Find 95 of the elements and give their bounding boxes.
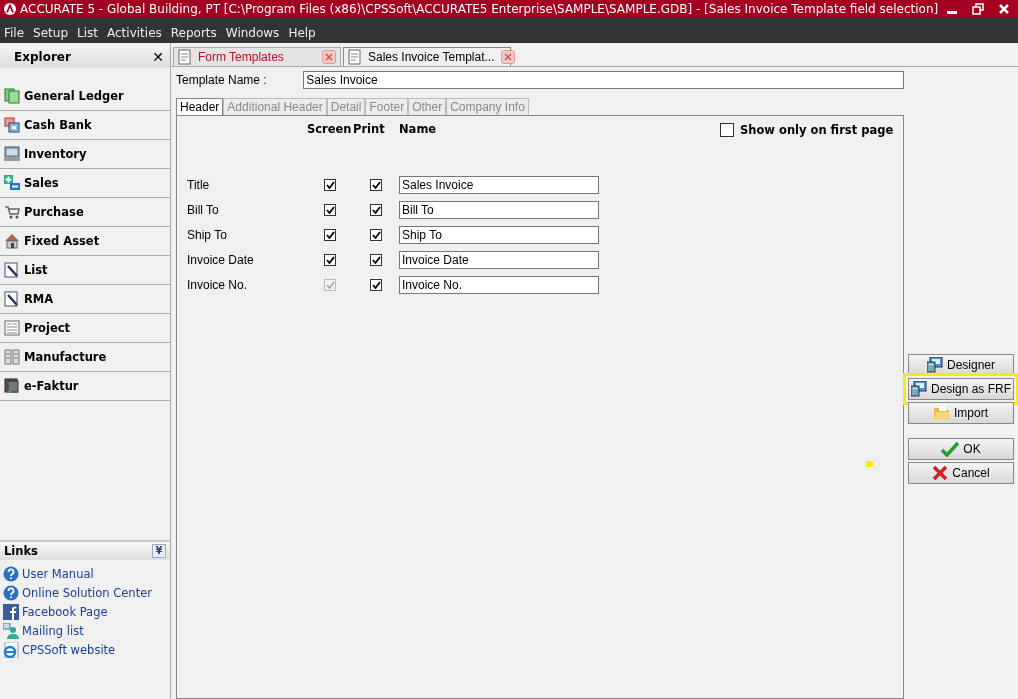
name-field[interactable]: Bill To [399, 201, 599, 219]
menu-item[interactable]: Reports [170, 26, 217, 40]
checkmark-icon [325, 256, 335, 264]
facebook-icon [3, 603, 19, 620]
explorer-item[interactable]: e-Faktur [0, 371, 170, 400]
name-field[interactable]: Ship To [399, 226, 599, 244]
column-header: Print [353, 122, 386, 138]
document-tab[interactable]: Form Templates [173, 47, 341, 66]
form-icon [4, 320, 20, 336]
link[interactable]: User Manual [22, 566, 94, 581]
explorer-item[interactable]: General Ledger [0, 82, 170, 110]
window-title: ACCURATE 5 - Global Building, PT [C:\Program Files (x86)\CPSSoft\ACCURATE5 Enterprise\SAMPLE\SAMPLE.GDB] - [Sales Invoice Template field selection] [20, 1, 940, 16]
menu-item[interactable]: Activities [107, 26, 162, 40]
checkmark-icon [325, 181, 335, 189]
explorer-item[interactable]: RMA [0, 284, 170, 313]
person-icon [3, 622, 19, 639]
action-button[interactable]: Cancel [908, 462, 1014, 484]
menu-item[interactable]: Setup [33, 26, 69, 40]
documents-icon [4, 88, 20, 104]
checkbox[interactable] [370, 204, 382, 216]
checkmark-icon [941, 441, 960, 457]
highlight-marker [866, 461, 873, 467]
link[interactable]: CPSSoft website [22, 642, 116, 657]
checkmark-icon [371, 231, 381, 239]
close-icon[interactable] [500, 50, 515, 64]
checkbox[interactable] [324, 204, 336, 216]
monitor-icon [911, 381, 927, 397]
checkbox[interactable] [324, 229, 336, 241]
panel-title: Explorer [14, 50, 71, 64]
checkmark-icon [371, 206, 381, 214]
explorer-item[interactable]: Cash Bank [0, 110, 170, 139]
checkbox[interactable] [370, 229, 382, 241]
document-pen-icon [4, 262, 20, 278]
menu-item[interactable]: List [77, 26, 98, 40]
machine-icon [4, 378, 20, 394]
name-field[interactable]: Invoice Date [399, 251, 599, 269]
computer-icon [4, 146, 20, 162]
restore-icon[interactable] [972, 2, 984, 15]
house-icon [4, 233, 20, 249]
link[interactable]: Facebook Page [22, 604, 108, 619]
panels-icon [4, 349, 20, 365]
windows-icon [4, 117, 20, 133]
checkbox[interactable] [720, 123, 734, 137]
checkmark-icon [371, 181, 381, 189]
cart-icon [4, 204, 20, 220]
menu-item[interactable]: File [4, 26, 25, 40]
folder-icon [934, 405, 950, 421]
column-header: Name [399, 122, 438, 138]
explorer-item[interactable]: List [0, 255, 170, 284]
monitor-icon [927, 357, 943, 373]
name-field[interactable]: Sales Invoice [399, 176, 599, 194]
field-label: Bill To [187, 203, 220, 217]
checkbox[interactable] [324, 254, 336, 266]
help-icon [3, 584, 19, 601]
field-label: Ship To [187, 228, 228, 242]
cross-icon [932, 465, 949, 481]
name-field[interactable]: Invoice No. [399, 276, 599, 294]
section-tab[interactable]: Header [176, 98, 224, 115]
explorer-item[interactable]: Project [0, 313, 170, 342]
checkbox[interactable] [324, 179, 336, 191]
menu-item[interactable]: Windows [225, 26, 280, 40]
explorer-item[interactable]: Manufacture [0, 342, 170, 371]
checkmark-icon [371, 256, 381, 264]
panel-title: Links [4, 544, 38, 558]
menu-item[interactable]: Help [288, 26, 316, 40]
template-name-field[interactable]: Sales Invoice [303, 71, 904, 89]
field-label: Template Name : [176, 73, 268, 87]
action-button[interactable]: Import [908, 402, 1014, 424]
explorer-item[interactable]: Fixed Asset [0, 226, 170, 255]
checkmark-icon [325, 206, 335, 214]
checkbox[interactable] [370, 254, 382, 266]
explorer-item[interactable]: Inventory [0, 139, 170, 168]
field-label: Invoice No. [187, 278, 249, 292]
checkbox[interactable] [370, 279, 382, 291]
document-icon [348, 49, 362, 65]
checkmark-icon [325, 281, 335, 289]
document-pen-icon [4, 291, 20, 307]
help-icon [3, 565, 19, 582]
explorer-item[interactable]: Sales [0, 168, 170, 197]
plus-minus-icon [4, 175, 20, 191]
explorer-item[interactable]: Purchase [0, 197, 170, 226]
action-button[interactable]: OK [908, 438, 1014, 460]
close-button[interactable]: ✕ [152, 49, 164, 65]
field-label: Title [187, 178, 211, 192]
checkbox-label: Show only on first page [740, 123, 894, 137]
document-icon [178, 49, 192, 65]
link[interactable]: Online Solution Center [22, 585, 152, 600]
link[interactable]: Mailing list [22, 623, 84, 638]
field-label: Invoice Date [187, 253, 255, 267]
column-header: Screen [307, 122, 353, 138]
checkbox[interactable] [370, 179, 382, 191]
action-button[interactable]: Designer [908, 354, 1014, 376]
collapse-button[interactable]: ¥ [152, 544, 166, 558]
checkmark-icon [325, 231, 335, 239]
checkmark-icon [371, 281, 381, 289]
